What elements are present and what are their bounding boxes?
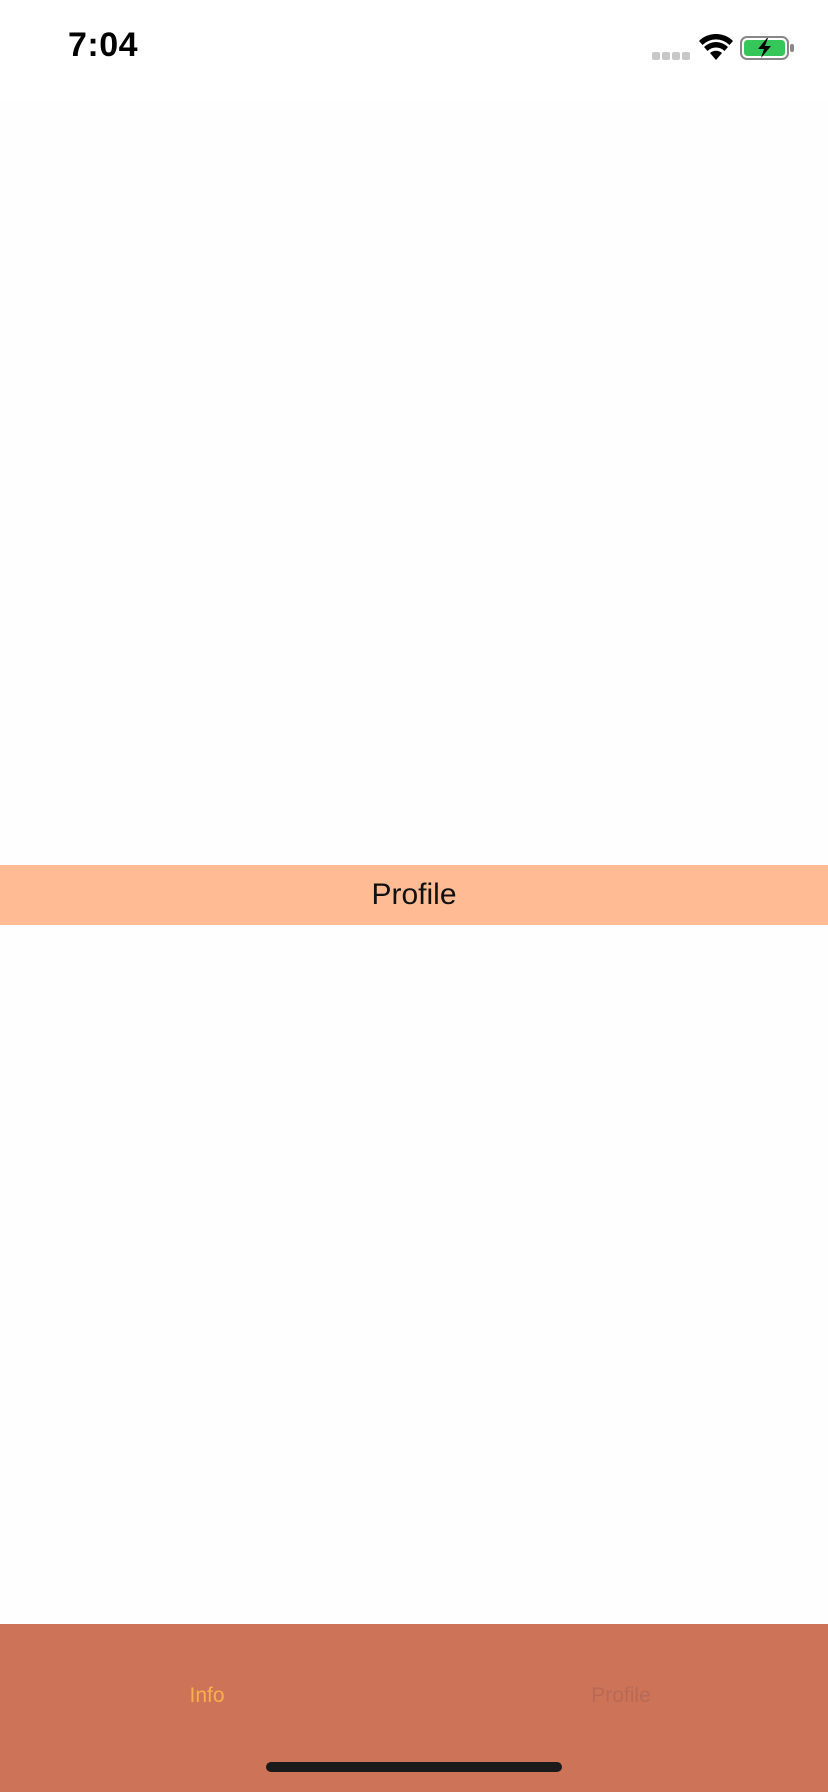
tab-info[interactable]: Info [0, 1684, 414, 1708]
battery-charging-icon [740, 36, 794, 60]
cellular-signal-icon [652, 52, 690, 60]
tab-profile[interactable]: Profile [414, 1684, 828, 1708]
wifi-icon [699, 34, 733, 60]
tab-profile-label: Profile [591, 1684, 651, 1707]
status-time: 7:04 [68, 26, 139, 64]
profile-header-title: Profile [371, 878, 457, 911]
profile-header: Profile [0, 865, 828, 925]
home-indicator[interactable] [266, 1762, 562, 1772]
status-bar: 7:04 [0, 0, 828, 100]
tab-info-label: Info [189, 1684, 225, 1707]
